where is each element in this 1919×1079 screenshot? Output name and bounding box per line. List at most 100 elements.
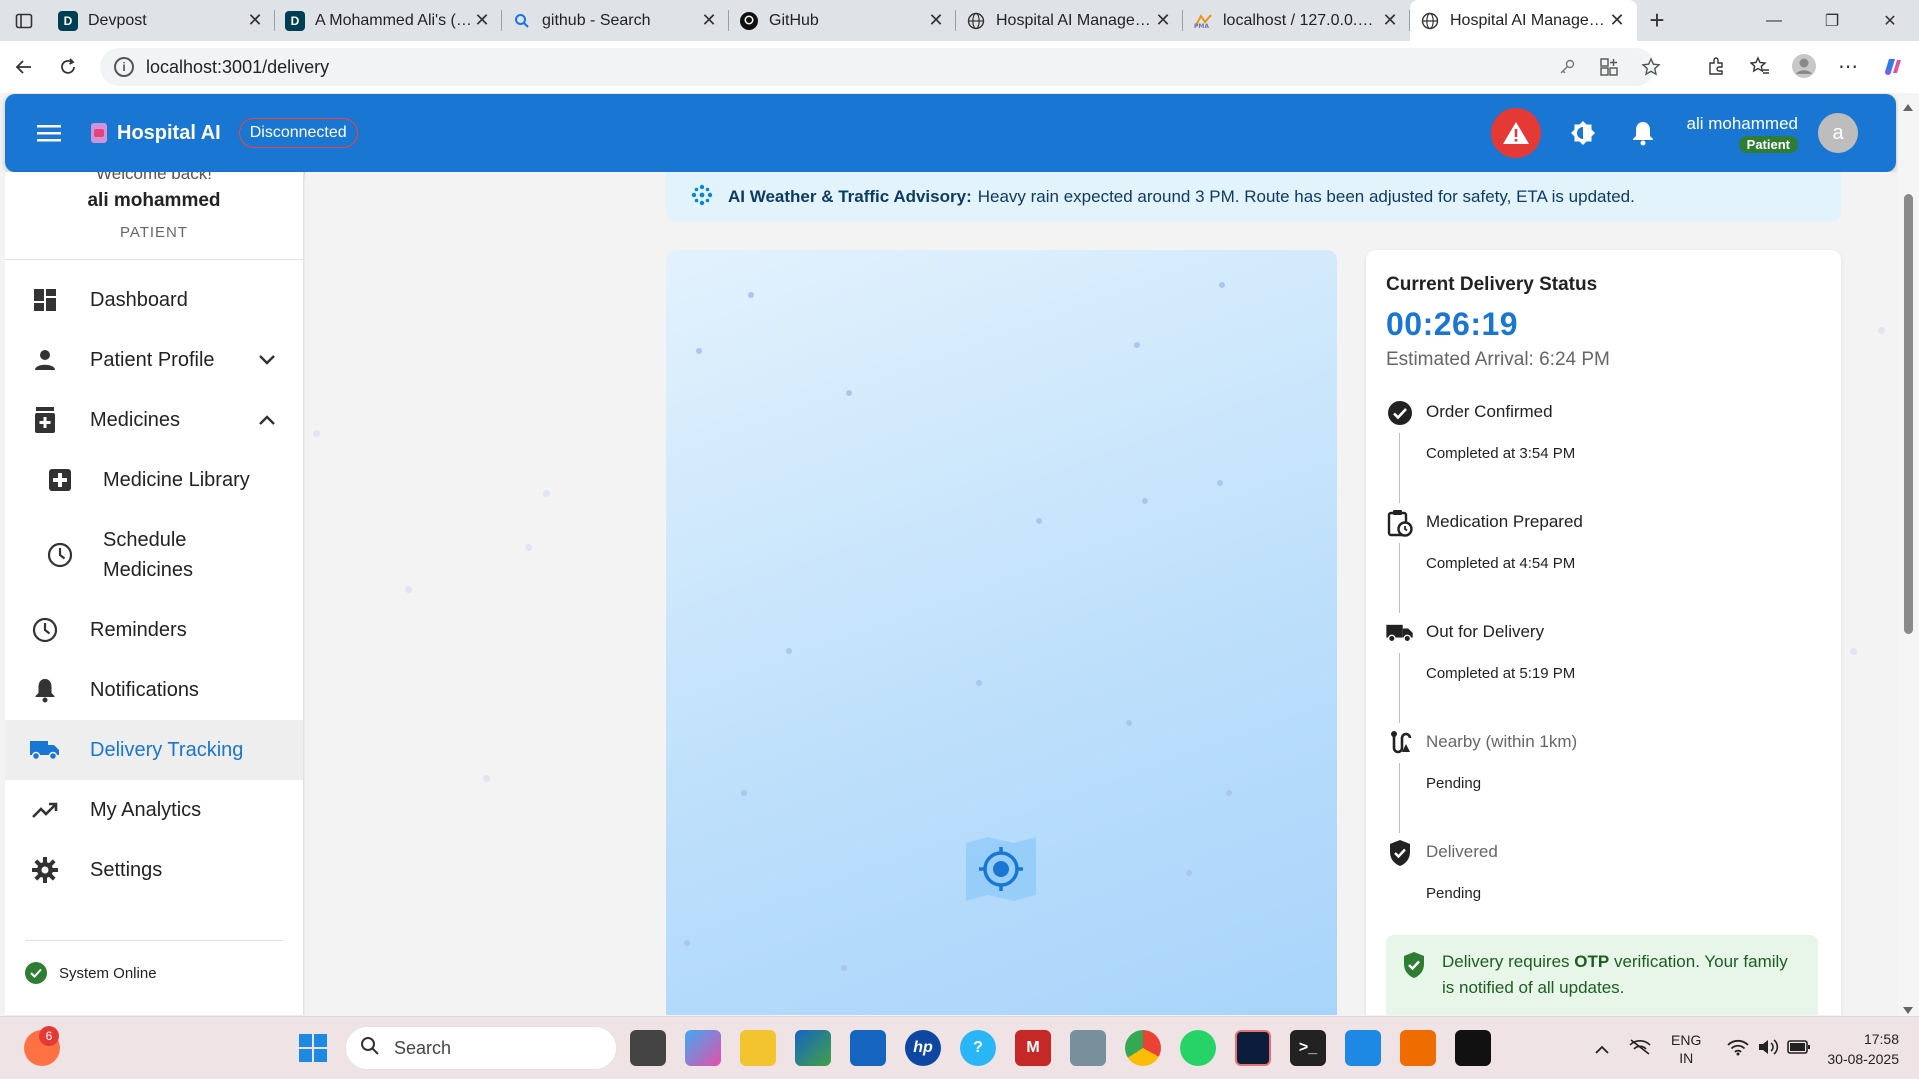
app-install-icon[interactable] xyxy=(1595,48,1623,86)
scroll-up-arrow-icon[interactable] xyxy=(1903,104,1913,111)
sidebar-item-delivery-tracking[interactable]: Delivery Tracking xyxy=(5,720,303,780)
sidebar-item-schedule-medicines[interactable]: Schedule Medicines xyxy=(5,510,303,600)
battery-icon[interactable] xyxy=(1787,1040,1811,1057)
chevron-up-icon[interactable] xyxy=(1595,1041,1609,1057)
window-controls: — ❐ ✕ xyxy=(1745,0,1919,41)
mcafee-icon[interactable]: M xyxy=(1015,1030,1051,1066)
sidebar-item-patient-profile[interactable]: Patient Profile xyxy=(5,330,303,390)
file-explorer-icon[interactable] xyxy=(740,1030,776,1066)
emergency-button[interactable] xyxy=(1490,108,1541,158)
delivery-map[interactable] xyxy=(666,250,1337,1015)
browser-tab[interactable]: github - Search ✕ xyxy=(502,0,729,41)
sidebar-item-medicines[interactable]: Medicines xyxy=(5,390,303,450)
dashboard-icon xyxy=(30,285,60,315)
page-scrollbar[interactable] xyxy=(1898,94,1919,1016)
notifications-bell-icon[interactable] xyxy=(1623,113,1663,153)
wifi-icon[interactable] xyxy=(1727,1038,1750,1059)
speaker-icon[interactable] xyxy=(1757,1038,1779,1059)
more-menu-icon[interactable]: ⋯ xyxy=(1831,47,1865,85)
user-info[interactable]: ali mohammed Patient xyxy=(1686,113,1799,153)
header-actions: ali mohammed Patient a xyxy=(1490,94,1897,172)
task-view-icon[interactable] xyxy=(630,1030,666,1066)
restore-icon[interactable]: ❐ xyxy=(1803,0,1861,41)
ai-advisory-banner: AI Weather & Traffic Advisory: Heavy rai… xyxy=(666,172,1841,222)
photos-icon[interactable] xyxy=(1070,1030,1106,1066)
store-icon[interactable] xyxy=(850,1030,886,1066)
system-status-text: System Online xyxy=(59,964,157,982)
theme-toggle-icon[interactable] xyxy=(1563,113,1603,153)
refresh-icon[interactable] xyxy=(46,45,90,89)
sidebar-item-settings[interactable]: Settings xyxy=(5,840,303,900)
otp-text-bold: OTP xyxy=(1574,952,1610,971)
close-icon[interactable]: ✕ xyxy=(245,10,265,31)
close-icon[interactable]: ✕ xyxy=(1607,10,1627,31)
brand[interactable]: Hospital AI xyxy=(91,122,221,145)
new-tab-button[interactable]: + xyxy=(1637,0,1677,41)
role-chip: Patient xyxy=(1738,135,1798,153)
close-icon[interactable]: ✕ xyxy=(1153,10,1173,31)
tab-actions-icon[interactable] xyxy=(0,0,48,41)
url-input[interactable]: i localhost:3001/delivery xyxy=(100,48,1655,86)
step-label: Order Confirmed xyxy=(1426,402,1553,421)
extensions-icon[interactable] xyxy=(1699,47,1733,85)
edge-browser-icon[interactable] xyxy=(795,1030,831,1066)
close-icon[interactable]: ✕ xyxy=(472,10,492,31)
browser-tab[interactable]: D A Mohammed Ali's (an ✕ xyxy=(275,0,502,41)
network-off-icon[interactable] xyxy=(1629,1038,1651,1059)
sidebar-item-my-analytics[interactable]: My Analytics xyxy=(5,780,303,840)
back-arrow-icon[interactable] xyxy=(2,45,46,89)
vscode-icon[interactable] xyxy=(1345,1030,1381,1066)
check-circle-icon xyxy=(25,962,47,984)
sidebar-nav: Dashboard Patient Profile Medicines Medi… xyxy=(5,270,303,900)
whatsapp-icon[interactable] xyxy=(1180,1030,1216,1066)
step-order-confirmed: Order Confirmed Completed at 3:54 PM xyxy=(1386,399,1821,509)
browser-tab[interactable]: D Devpost ✕ xyxy=(48,0,275,41)
avatar[interactable]: a xyxy=(1818,113,1858,153)
hp-icon[interactable]: hp xyxy=(905,1030,941,1066)
scroll-down-arrow-icon[interactable] xyxy=(1903,1007,1913,1014)
close-icon[interactable]: ✕ xyxy=(699,10,719,31)
app-icon[interactable] xyxy=(1455,1030,1491,1066)
browser-tab[interactable]: Hospital AI Manageme ✕ xyxy=(956,0,1183,41)
taskbar-search[interactable]: Search xyxy=(345,1026,617,1070)
copilot-icon[interactable] xyxy=(1875,47,1909,85)
language-indicator[interactable]: ENG IN xyxy=(1671,1031,1701,1067)
xampp-icon[interactable] xyxy=(1400,1030,1436,1066)
star-icon[interactable] xyxy=(1637,48,1665,86)
site-info-icon[interactable]: i xyxy=(114,57,134,77)
divider xyxy=(25,940,283,941)
profile-icon[interactable] xyxy=(1787,47,1821,85)
welcome-text: Welcome back! xyxy=(96,172,212,183)
card-title: Current Delivery Status xyxy=(1386,274,1598,295)
sidebar-item-dashboard[interactable]: Dashboard xyxy=(5,270,303,330)
browser-tab[interactable]: GitHub ✕ xyxy=(729,0,956,41)
map-location-icon[interactable] xyxy=(964,837,1038,901)
close-window-icon[interactable]: ✕ xyxy=(1861,0,1919,41)
sidebar-item-notifications[interactable]: Notifications xyxy=(5,660,303,720)
chevron-down-icon[interactable] xyxy=(259,348,275,371)
clock[interactable]: 17:58 30-08-2025 xyxy=(1827,1029,1899,1069)
help-icon[interactable]: ? xyxy=(960,1030,996,1066)
close-icon[interactable]: ✕ xyxy=(1380,10,1400,31)
chrome-icon[interactable] xyxy=(1125,1030,1161,1066)
hamburger-menu-icon[interactable] xyxy=(27,111,71,155)
copilot-app-icon[interactable] xyxy=(685,1030,721,1066)
sidebar-item-medicine-library[interactable]: Medicine Library xyxy=(5,450,303,510)
scrollbar-thumb[interactable] xyxy=(1904,194,1913,634)
key-icon[interactable] xyxy=(1553,48,1581,86)
favorites-icon[interactable] xyxy=(1743,47,1777,85)
app-icon[interactable] xyxy=(1235,1030,1271,1066)
browser-tab-active[interactable]: Hospital AI Manageme ✕ xyxy=(1410,0,1637,41)
background-dot xyxy=(1878,327,1885,334)
close-icon[interactable]: ✕ xyxy=(926,10,946,31)
sidebar-item-reminders[interactable]: Reminders xyxy=(5,600,303,660)
divider xyxy=(5,259,303,260)
user-name: ali mohammed xyxy=(1686,113,1799,133)
windows-start-icon[interactable] xyxy=(295,1030,331,1066)
chevron-up-icon[interactable] xyxy=(259,408,275,431)
bell-icon xyxy=(30,675,60,705)
terminal-icon[interactable]: >_ xyxy=(1290,1030,1326,1066)
browser-tab[interactable]: PMA localhost / 127.0.0.1 | p ✕ xyxy=(1183,0,1410,41)
minimize-icon[interactable]: — xyxy=(1745,0,1803,41)
tab-title: github - Search xyxy=(542,11,651,29)
